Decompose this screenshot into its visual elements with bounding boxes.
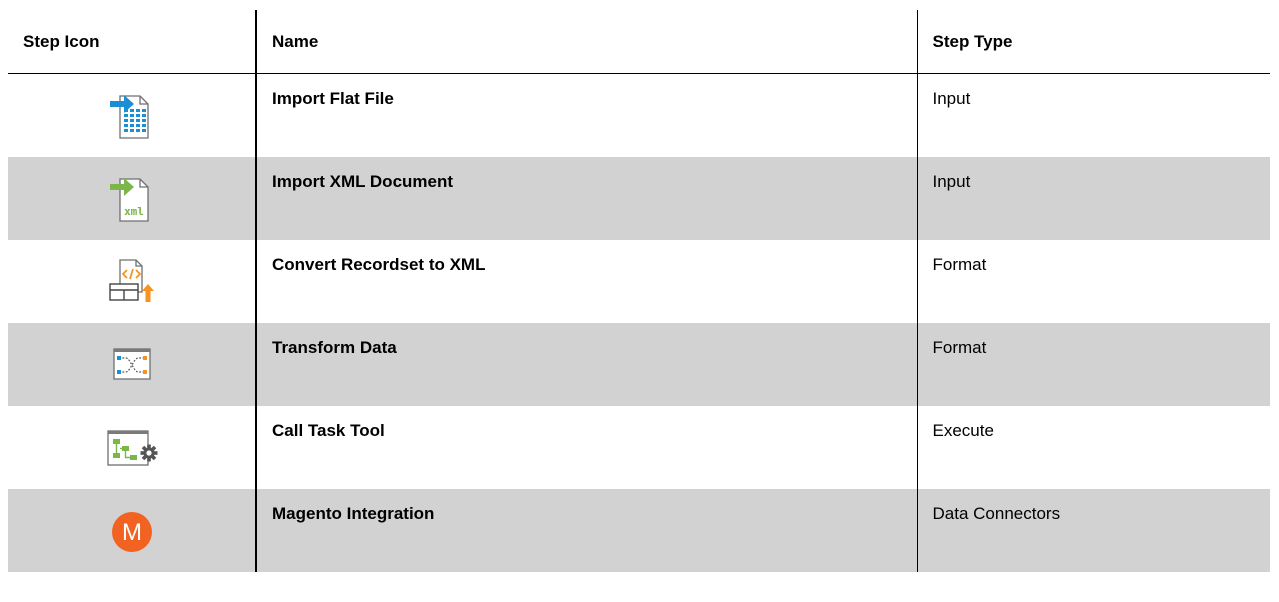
icon-cell — [8, 74, 256, 158]
name-cell: Magento Integration — [255, 489, 917, 572]
transform-data-icon — [112, 347, 151, 380]
icon-cell — [8, 323, 256, 406]
call-task-tool-icon — [106, 429, 157, 466]
icon-cell — [8, 240, 256, 323]
import-flat-file-icon — [109, 94, 149, 139]
icon-cell — [8, 406, 256, 489]
name-cell: Import Flat File — [255, 73, 917, 157]
table-row: M Magento Integration Data Connectors — [8, 489, 1270, 572]
header-step-icon: Step Icon — [8, 10, 256, 74]
magento-icon-letter: M — [122, 519, 142, 546]
type-cell: Format — [916, 240, 1270, 323]
name-cell: Convert Recordset to XML — [255, 240, 917, 323]
name-cell: Call Task Tool — [255, 406, 917, 489]
name-cell: Import XML Document — [255, 157, 917, 240]
type-cell: Data Connectors — [916, 489, 1270, 572]
table-row: Transform Data Format — [8, 323, 1270, 406]
magento-icon: M — [111, 511, 152, 552]
type-cell: Execute — [916, 406, 1270, 489]
header-name: Name — [255, 10, 917, 74]
header-row: Step Icon Name Step Type — [8, 10, 1270, 74]
type-cell: Format — [916, 323, 1270, 406]
header-step-type: Step Type — [916, 10, 1270, 74]
import-xml-document-icon: xml — [109, 177, 149, 222]
type-cell: Input — [916, 73, 1270, 157]
table-row: xml Import XML Document Input — [8, 157, 1270, 240]
gear-icon — [140, 444, 157, 461]
convert-recordset-to-xml-icon — [108, 258, 154, 302]
table-row: Import Flat File Input — [8, 73, 1270, 158]
xml-icon-label: xml — [124, 205, 144, 218]
type-cell: Input — [916, 157, 1270, 240]
icon-cell: M — [8, 489, 256, 572]
name-cell: Transform Data — [255, 323, 917, 406]
step-table: Step Icon Name Step Type Import Flat Fil… — [8, 10, 1270, 572]
table-row: Convert Recordset to XML Format — [8, 240, 1270, 323]
table-row: Call Task Tool Execute — [8, 406, 1270, 489]
icon-cell: xml — [8, 157, 256, 240]
